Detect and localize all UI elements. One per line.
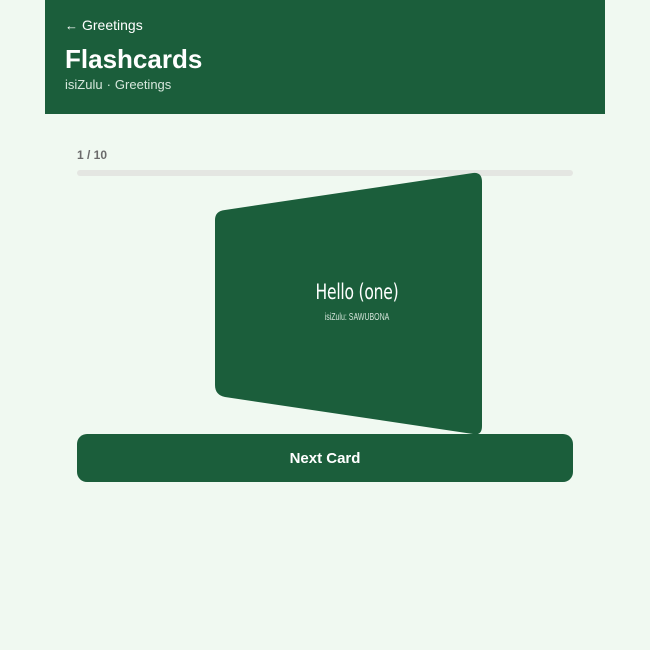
subtitle-separator: · xyxy=(106,77,111,92)
category-name: Greetings xyxy=(114,77,172,92)
page-title: Flashcards xyxy=(65,44,203,74)
flashcard-hint-language: isiZulu: xyxy=(324,312,347,323)
page-header: ← Greetings Flashcards isiZulu · Greetings xyxy=(45,0,605,114)
flashcard-hint-answer: SAWUBONA xyxy=(348,312,390,323)
flashcard-content: Hello (one) isiZulu: SAWUBONA xyxy=(257,280,457,323)
flashcard-hint: isiZulu: SAWUBONA xyxy=(287,312,427,323)
flashcards-app: ← Greetings Flashcards isiZulu · Greetings… xyxy=(45,0,605,650)
flashcard-front-text: Hello (one) xyxy=(315,280,399,304)
arrow-left-icon: ← xyxy=(65,17,78,33)
back-link-label: Greetings xyxy=(82,17,143,33)
page-subtitle: isiZulu · Greetings xyxy=(65,77,171,92)
back-link[interactable]: ← Greetings xyxy=(65,17,143,33)
flashcard[interactable]: Hello (one) isiZulu: SAWUBONA xyxy=(205,172,495,437)
next-card-button[interactable]: Next Card xyxy=(77,434,573,482)
language-name: isiZulu xyxy=(65,77,103,92)
progress-counter: 1 / 10 xyxy=(77,148,108,162)
